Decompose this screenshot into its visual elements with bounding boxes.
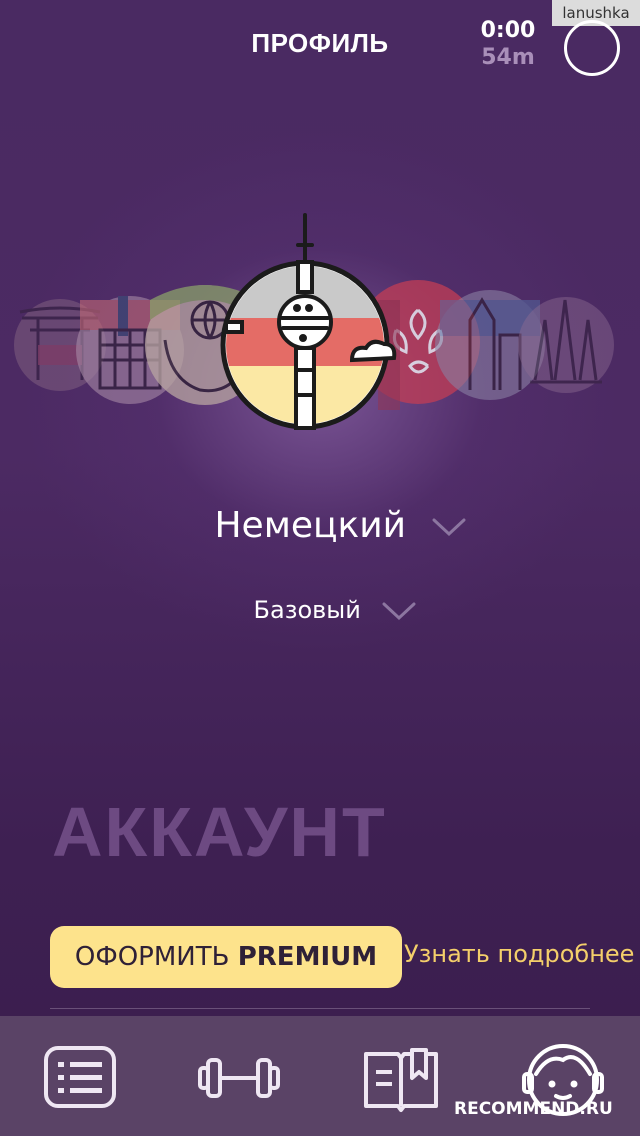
chevron-down-icon xyxy=(382,602,416,621)
level-name: Базовый xyxy=(253,596,361,624)
timer-goal: 54m xyxy=(481,45,535,70)
language-selector[interactable]: Немецкий xyxy=(0,505,640,546)
page-title: ПРОФИЛЬ xyxy=(251,28,389,58)
site-watermark: RECOMMEND.RU xyxy=(454,1099,613,1119)
divider xyxy=(50,1008,590,1009)
book-icon[interactable] xyxy=(356,1034,446,1124)
get-premium-button[interactable]: ОФОРМИТЬ PREMIUM xyxy=(50,926,402,988)
dumbbell-icon[interactable] xyxy=(194,1034,284,1124)
account-section-title: АККАУНТ xyxy=(52,793,387,871)
learn-more-link[interactable]: Узнать подробнее xyxy=(404,940,634,968)
list-icon[interactable] xyxy=(36,1034,126,1124)
premium-label-strong: PREMIUM xyxy=(237,942,378,972)
timer-time: 0:00 xyxy=(480,18,536,43)
spain-course[interactable] xyxy=(518,297,614,393)
chevron-down-icon xyxy=(432,518,466,537)
course-carousel[interactable] xyxy=(0,210,640,440)
progress-ring[interactable] xyxy=(564,20,620,76)
premium-label-prefix: ОФОРМИТЬ xyxy=(74,942,230,972)
german-course-selected[interactable] xyxy=(220,213,397,430)
daily-timer[interactable]: 0:00 54m xyxy=(478,18,538,70)
level-selector[interactable]: Базовый xyxy=(0,596,640,624)
language-name: Немецкий xyxy=(214,505,407,546)
